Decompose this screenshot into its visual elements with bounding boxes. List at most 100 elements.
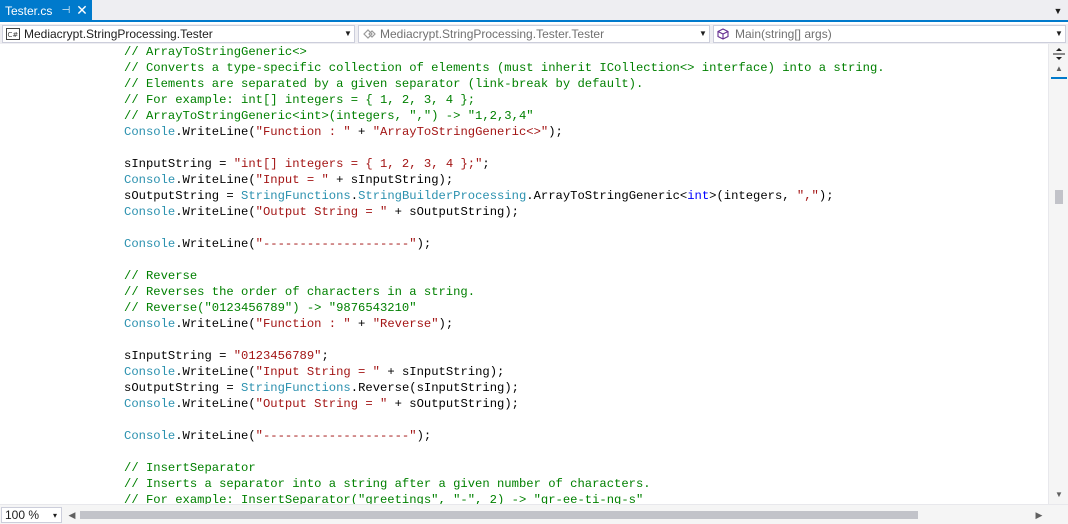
scroll-right-icon[interactable]: ▶ [1034,509,1044,521]
code-line[interactable] [0,220,885,236]
code-token: ); [548,125,563,139]
code-line[interactable]: sInputString = "int[] integers = { 1, 2,… [0,156,885,172]
code-token: .WriteLine( [175,429,256,443]
tab-label: Tester.cs [5,4,53,18]
code-line[interactable]: // ArrayToStringGeneric<int>(integers, "… [0,108,885,124]
horizontal-scroll-thumb[interactable] [80,511,918,519]
code-line[interactable]: sInputString = "0123456789"; [0,348,885,364]
code-line[interactable]: // For example: int[] integers = { 1, 2,… [0,92,885,108]
string-token: "--------------------" [255,429,417,443]
zoom-dropdown[interactable]: 100 % ▾ [1,507,62,523]
string-token: "int[] integers = { 1, 2, 3, 4 };" [233,157,483,171]
scroll-position-marker [1051,77,1067,79]
code-line[interactable]: Console.WriteLine("Function : " + "Rever… [0,316,885,332]
project-dropdown-value: Mediacrypt.StringProcessing.Tester [24,27,213,41]
member-dropdown-value: Main(string[] args) [735,27,832,41]
code-line[interactable]: Console.WriteLine("Input = " + sInputStr… [0,172,885,188]
code-token: .Reverse(sInputString); [350,381,519,395]
code-line[interactable]: Console.WriteLine("Input String = " + sI… [0,364,885,380]
vertical-scrollbar[interactable]: ▲ ▼ [1048,44,1068,504]
code-line[interactable] [0,412,885,428]
tab-overflow-dropdown-icon[interactable]: ▼ [1051,0,1065,22]
editor-bottom-bar: 100 % ▾ ◀ ▶ [0,504,1068,524]
code-token: + sOutputString); [387,397,519,411]
code-token: ); [416,429,432,443]
code-token: sInputString = [124,349,234,363]
tab-tester-cs[interactable]: Tester.cs ⊣ ✕ [0,0,92,22]
zoom-value: 100 % [5,508,40,522]
string-token: "Output String = " [255,397,388,411]
code-token: ); [438,317,454,331]
string-token: "," [796,189,819,203]
project-dropdown[interactable]: C# Mediacrypt.StringProcessing.Tester ▼ [2,25,355,43]
type-dropdown[interactable]: Mediacrypt.StringProcessing.Tester.Teste… [358,25,710,43]
code-line[interactable]: Console.WriteLine("Output String = " + s… [0,396,885,412]
code-line[interactable]: Console.WriteLine("--------------------"… [0,428,885,444]
comment-token: // InsertSeparator [124,461,256,475]
code-token: + sInputString); [380,365,505,379]
code-line[interactable]: Console.WriteLine("Output String = " + s… [0,204,885,220]
code-token: .WriteLine( [175,125,256,139]
string-token: "Input String = " [255,365,380,379]
type-token: Console [124,173,176,187]
comment-token: // ArrayToStringGeneric<> [124,45,307,59]
code-token: + [350,317,373,331]
code-line[interactable]: // Reverses the order of characters in a… [0,284,885,300]
code-line[interactable]: sOutputString = StringFunctions.Reverse(… [0,380,885,396]
chevron-down-icon: ▼ [344,29,352,38]
code-token: .WriteLine( [175,365,256,379]
code-line[interactable]: // ArrayToStringGeneric<> [0,44,885,60]
document-tab-strip: Tester.cs ⊣ ✕ ▼ [0,0,1068,22]
csharp-project-icon: C# [6,28,20,40]
type-dropdown-value: Mediacrypt.StringProcessing.Tester.Teste… [380,27,605,41]
keyword-token: int [687,189,710,203]
code-token: + sOutputString); [387,205,519,219]
code-line[interactable]: // InsertSeparator [0,460,885,476]
type-token: Console [124,125,176,139]
comment-token: // Reverse [124,269,198,283]
scroll-left-icon[interactable]: ◀ [67,509,77,521]
code-line[interactable]: // Reverse [0,268,885,284]
code-lines[interactable]: // ArrayToStringGeneric<> // Converts a t… [0,44,885,504]
method-icon [717,28,731,40]
code-line[interactable] [0,444,885,460]
scroll-down-icon[interactable]: ▼ [1053,490,1065,500]
code-token: .WriteLine( [175,205,256,219]
comment-token: // For example: InsertSeparator("greetin… [124,493,644,504]
split-editor-icon[interactable] [1052,47,1066,61]
string-token: "ArrayToStringGeneric<>" [372,125,549,139]
code-line[interactable] [0,332,885,348]
vertical-scroll-thumb[interactable] [1055,190,1063,204]
scroll-up-icon[interactable]: ▲ [1053,64,1065,74]
type-token: Console [124,365,176,379]
code-token: sOutputString = [124,381,242,395]
code-line[interactable] [0,140,885,156]
close-icon[interactable]: ✕ [75,0,89,22]
code-line[interactable]: // Reverse("0123456789") -> "9876543210" [0,300,885,316]
code-line[interactable]: // Elements are separated by a given sep… [0,76,885,92]
pin-icon[interactable]: ⊣ [60,0,72,22]
comment-token: // Reverse("0123456789") -> "9876543210" [124,301,417,315]
code-token: . [350,189,359,203]
code-line[interactable]: sOutputString = StringFunctions.StringBu… [0,188,885,204]
code-line[interactable]: // Inserts a separator into a string aft… [0,476,885,492]
code-line[interactable]: // For example: InsertSeparator("greetin… [0,492,885,504]
type-token: Console [124,429,176,443]
comment-token: // Elements are separated by a given sep… [124,77,644,91]
code-line[interactable]: Console.WriteLine("Function : " + "Array… [0,124,885,140]
navigation-bar: C# Mediacrypt.StringProcessing.Tester ▼ … [0,24,1068,44]
svg-text:C#: C# [8,31,19,39]
type-token: StringBuilderProcessing [358,189,527,203]
string-token: "Function : " [255,125,351,139]
code-line[interactable] [0,252,885,268]
code-token: .WriteLine( [175,317,256,331]
code-line[interactable]: Console.WriteLine("--------------------"… [0,236,885,252]
member-dropdown[interactable]: Main(string[] args) ▼ [713,25,1066,43]
code-line[interactable]: // Converts a type-specific collection o… [0,60,885,76]
chevron-down-icon: ▾ [52,510,57,520]
type-token: Console [124,397,176,411]
comment-token: // Inserts a separator into a string aft… [124,477,651,491]
code-token: + sInputString); [328,173,454,187]
code-token: sInputString = [124,157,234,171]
code-editor[interactable]: // ArrayToStringGeneric<> // Converts a t… [0,44,1048,504]
